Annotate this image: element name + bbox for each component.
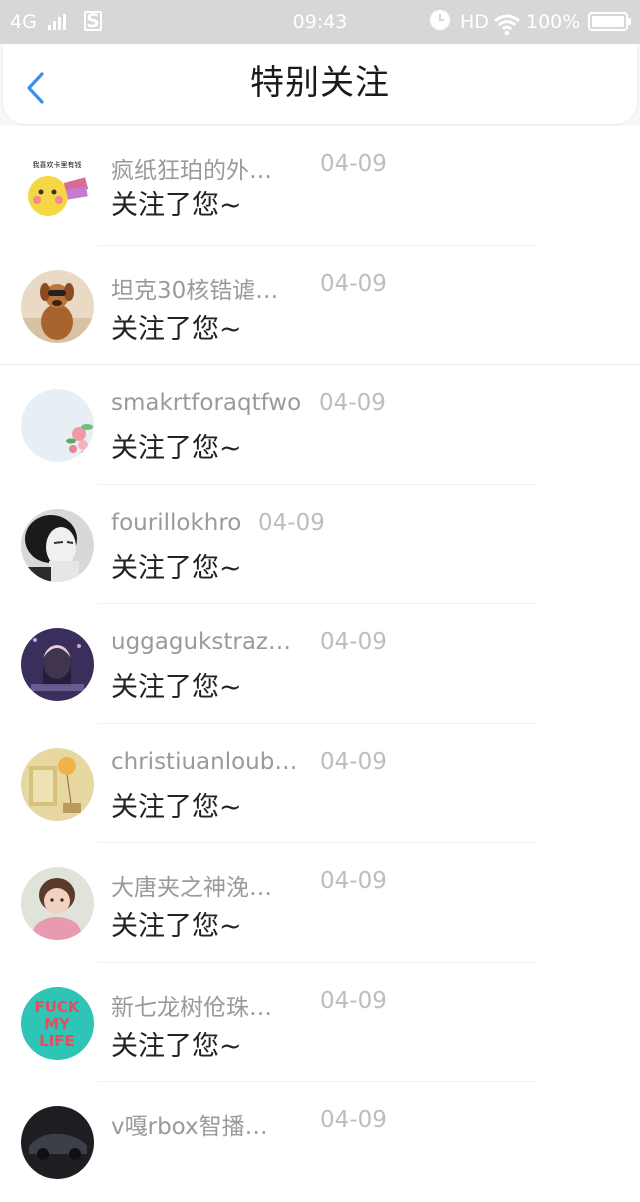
follow-message: 关注了您~ [111,552,242,584]
follow-message: 关注了您~ [111,791,242,823]
svg-text:FUCK: FUCK [34,998,80,1016]
page-title: 特别关注 [250,63,390,103]
follow-message: 关注了您~ [111,672,242,703]
follow-list: 我喜欢卡里有钱 疯纸狂珀的外… 04-09 关注了您~ 坦克30核锆谑… 04-… [0,126,640,1202]
follow-message: 关注了您~ [111,1030,242,1062]
car-avatar[interactable] [21,1106,94,1179]
balloon-room-avatar[interactable] [21,747,94,821]
follow-time: 04-09 [320,868,387,894]
svg-text:我喜欢卡里有钱: 我喜欢卡里有钱 [33,160,82,169]
follow-time: 04-09 [320,270,387,297]
child-avatar[interactable] [21,867,94,940]
follow-message: 关注了您~ [111,313,242,345]
dog-avatar[interactable] [21,269,94,343]
follow-time: 04-09 [320,1107,387,1133]
emoji-avatar[interactable]: 我喜欢卡里有钱 [21,154,94,227]
list-item[interactable]: 坦克30核锆谑… 04-09 关注了您~ [0,246,640,365]
follow-time: 04-09 [320,748,387,775]
follow-message: 关注了您~ [111,190,242,221]
wifi-icon [493,8,521,36]
user-name: 坦克30核锆谑… [111,277,279,304]
list-item[interactable]: 大唐夹之神浼… 04-09 关注了您~ [0,843,640,963]
follow-message: 关注了您~ [111,433,242,464]
user-name: 新七龙树伧珠… [111,994,272,1021]
user-name: v嘎rbox智播… [111,1114,268,1140]
follow-time: 04-09 [319,390,386,416]
list-item[interactable]: v嘎rbox智播… 04-09 [0,1082,640,1202]
svg-text:LIFE: LIFE [39,1032,75,1050]
user-name: fourillokhro [111,509,242,536]
text-logo-avatar[interactable]: FUCK MY LIFE [21,986,94,1060]
list-item[interactable]: christiuanloub… 04-09 关注了您~ [0,724,640,843]
user-name: 疯纸狂珀的外… [111,158,272,184]
list-item[interactable]: smakrtforaqtfwo 04-09 关注了您~ [0,365,640,485]
alarm-icon [430,10,450,30]
man-portrait-avatar[interactable] [21,508,94,582]
flower-avatar[interactable] [21,389,94,462]
list-item[interactable]: FUCK MY LIFE 新七龙树伧珠… 04-09 关注了您~ [0,963,640,1082]
list-item[interactable]: fourillokhro 04-09 关注了您~ [0,485,640,604]
follow-time: 04-09 [320,151,387,177]
user-name: 大唐夹之神浼… [111,875,272,901]
user-name: smakrtforaqtfwo [111,390,302,416]
follow-time: 04-09 [320,987,387,1014]
list-item[interactable]: 我喜欢卡里有钱 疯纸狂珀的外… 04-09 关注了您~ [0,126,640,246]
list-item[interactable]: uggagukstraz… 04-09 关注了您~ [0,604,640,724]
follow-message: 关注了您~ [111,911,242,942]
follow-time: 04-09 [320,629,387,655]
navigation-bar: 特别关注 [0,44,640,126]
battery-icon [588,12,631,31]
user-name: uggagukstraz… [111,629,291,655]
follow-time: 04-09 [258,509,325,536]
girl-night-avatar[interactable] [21,628,94,701]
svg-text:MY: MY [44,1015,71,1033]
user-name: christiuanloub… [111,748,298,775]
